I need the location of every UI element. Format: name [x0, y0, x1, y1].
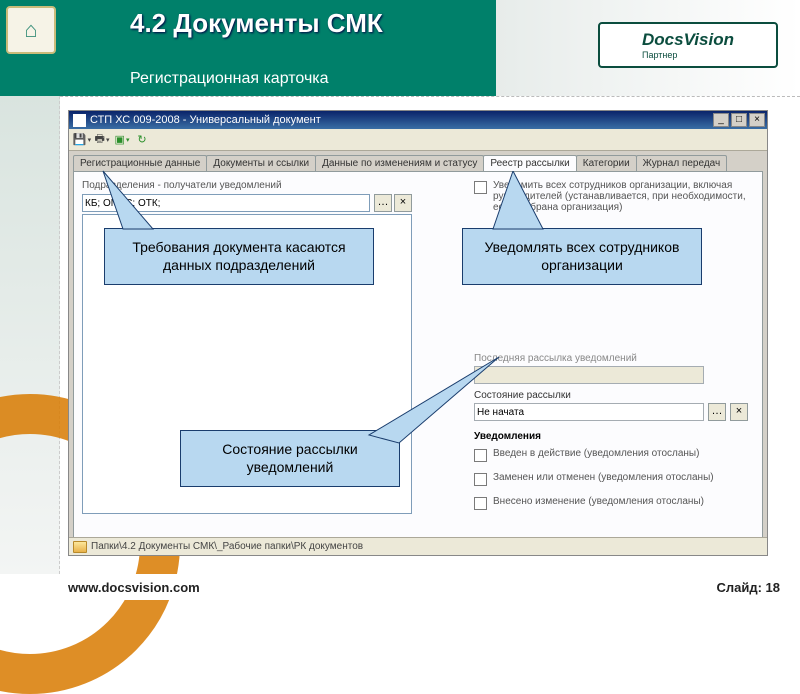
docsvision-logo: DocsVision Партнер: [598, 22, 778, 68]
close-button[interactable]: ×: [749, 113, 765, 127]
footer-slide-number: Слайд: 18: [716, 580, 780, 595]
notifications-header: Уведомления: [474, 431, 754, 442]
callout-pointer-icon: [483, 171, 553, 229]
logo-text: DocsVision: [642, 30, 734, 49]
callout-state: Состояние рассылки уведомлений: [180, 430, 400, 487]
refresh-button[interactable]: ↻: [133, 131, 151, 149]
logo-subtext: Партнер: [642, 50, 734, 60]
state-lookup-button[interactable]: …: [708, 403, 726, 421]
header-divider: [0, 96, 800, 97]
company-logo-icon: ⌂: [6, 6, 56, 54]
notif2-checkbox[interactable]: [474, 473, 487, 486]
lookup-button[interactable]: …: [374, 194, 392, 212]
notif1-checkbox[interactable]: [474, 449, 487, 462]
document-icon: [73, 114, 86, 127]
tab-documents[interactable]: Документы и ссылки: [206, 155, 316, 171]
footer-url: www.docsvision.com: [68, 580, 200, 595]
folder-icon: [73, 541, 87, 553]
callout-departments: Требования документа касаются данных под…: [104, 228, 374, 285]
toolbar: 💾▾ 🖶▾ ▣▾ ↻: [69, 129, 767, 151]
callout-pointer-icon: [93, 171, 163, 229]
callout-pointer-icon: [369, 357, 499, 447]
minimize-button[interactable]: _: [713, 113, 729, 127]
section-title: 4.2 Документы СМК: [130, 8, 383, 39]
maximize-button[interactable]: □: [731, 113, 747, 127]
status-bar: Папки\4.2 Документы СМК\_Рабочие папки\Р…: [69, 537, 767, 555]
clear-button[interactable]: ×: [394, 194, 412, 212]
path-text: Папки\4.2 Документы СМК\_Рабочие папки\Р…: [91, 541, 363, 552]
window-title: СТП ХС 009-2008 - Универсальный документ: [90, 114, 321, 126]
state-clear-button[interactable]: ×: [730, 403, 748, 421]
slide-footer: www.docsvision.com Слайд: 18: [0, 574, 800, 600]
last-send-input: [474, 366, 704, 384]
save-button[interactable]: 💾▾: [73, 131, 91, 149]
state-input[interactable]: [474, 403, 704, 421]
callout-notify-all: Уведомлять всех сотрудников организации: [462, 228, 702, 285]
notif2-label: Заменен или отменен (уведомления отослан…: [493, 472, 714, 483]
notif3-label: Внесено изменение (уведомления отосланы): [493, 496, 704, 507]
print-button[interactable]: 🖶▾: [93, 131, 111, 149]
section-subtitle: Регистрационная карточка: [130, 70, 329, 88]
window-titlebar[interactable]: СТП ХС 009-2008 - Универсальный документ…: [69, 111, 767, 129]
last-send-label: Последняя рассылка уведомлений: [474, 353, 754, 364]
tab-distribution[interactable]: Реестр рассылки: [483, 155, 576, 171]
notif1-label: Введен в действие (уведомления отосланы): [493, 448, 699, 459]
notif3-checkbox[interactable]: [474, 497, 487, 510]
tab-registration[interactable]: Регистрационные данные: [73, 155, 207, 171]
state-label: Состояние рассылки: [474, 390, 754, 401]
app-window: СТП ХС 009-2008 - Универсальный документ…: [68, 110, 768, 556]
new-button[interactable]: ▣▾: [113, 131, 131, 149]
slide-header: ⌂ 4.2 Документы СМК Регистрационная карт…: [0, 0, 800, 96]
sidebar-decoration: [0, 96, 60, 574]
tab-journal[interactable]: Журнал передач: [636, 155, 728, 171]
tabstrip: Регистрационные данные Документы и ссылк…: [69, 151, 767, 171]
tab-changes[interactable]: Данные по изменениям и статусу: [315, 155, 484, 171]
tab-categories[interactable]: Категории: [576, 155, 637, 171]
